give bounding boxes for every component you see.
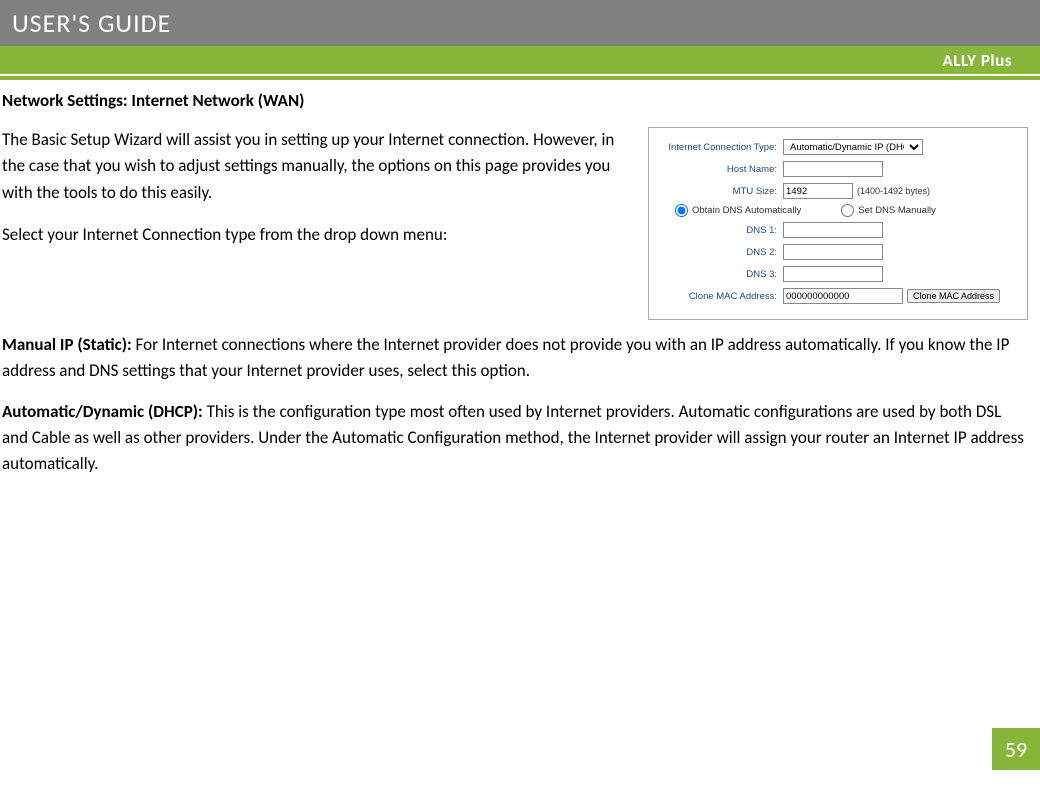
manual-ip-paragraph: Manual IP (Static): For Internet connect…	[2, 332, 1028, 385]
dns-manual-radio[interactable]	[841, 204, 854, 217]
intro-paragraph-1: The Basic Setup Wizard will assist you i…	[2, 127, 636, 206]
dns3-input[interactable]	[783, 266, 883, 282]
label-dns1: DNS 1:	[653, 225, 783, 236]
dns-manual-option[interactable]: Set DNS Manually	[841, 204, 936, 217]
mtu-input[interactable]	[783, 183, 853, 199]
auto-dhcp-paragraph: Automatic/Dynamic (DHCP): This is the co…	[2, 399, 1028, 478]
dns-auto-label: Obtain DNS Automatically	[692, 205, 801, 216]
host-name-input[interactable]	[783, 161, 883, 177]
conn-type-select[interactable]: Automatic/Dynamic IP (DHCP)	[783, 139, 923, 155]
manual-ip-text: For Internet connections where the Inter…	[2, 334, 1009, 381]
manual-ip-label: Manual IP (Static):	[2, 334, 132, 355]
mtu-note: (1400-1492 bytes)	[857, 186, 930, 196]
clone-mac-input[interactable]	[783, 288, 903, 304]
label-host-name: Host Name:	[653, 164, 783, 175]
row-mtu: MTU Size: (1400-1492 bytes)	[653, 182, 1017, 200]
row-host-name: Host Name:	[653, 160, 1017, 178]
label-dns2: DNS 2:	[653, 247, 783, 258]
row-clone-mac: Clone MAC Address: Clone MAC Address	[653, 287, 1017, 305]
label-dns3: DNS 3:	[653, 269, 783, 280]
page-number: 59	[992, 728, 1040, 770]
dns-manual-label: Set DNS Manually	[858, 205, 936, 216]
clone-mac-button[interactable]: Clone MAC Address	[907, 289, 1000, 303]
row-dns2: DNS 2:	[653, 243, 1017, 261]
dns2-input[interactable]	[783, 244, 883, 260]
dns-auto-radio[interactable]	[675, 204, 688, 217]
content-area: Network Settings: Internet Network (WAN)…	[0, 80, 1040, 478]
settings-panel: Internet Connection Type: Automatic/Dyna…	[648, 127, 1028, 320]
auto-dhcp-label: Automatic/Dynamic (DHCP):	[2, 401, 203, 422]
row-dns1: DNS 1:	[653, 221, 1017, 239]
label-conn-type: Internet Connection Type:	[653, 142, 783, 153]
dns-mode-row: Obtain DNS Automatically Set DNS Manuall…	[675, 204, 1017, 217]
section-title: Network Settings: Internet Network (WAN)	[2, 90, 1028, 111]
label-clone-mac: Clone MAC Address:	[653, 291, 783, 302]
label-mtu: MTU Size:	[653, 186, 783, 197]
intro-text-block: The Basic Setup Wizard will assist you i…	[2, 127, 636, 320]
intro-row: The Basic Setup Wizard will assist you i…	[2, 127, 1028, 320]
dns1-input[interactable]	[783, 222, 883, 238]
product-bar: ALLY Plus	[0, 46, 1040, 74]
row-dns3: DNS 3:	[653, 265, 1017, 283]
header-title: USER'S GUIDE	[12, 7, 171, 39]
intro-paragraph-2: Select your Internet Connection type fro…	[2, 222, 636, 248]
product-name: ALLY Plus	[943, 50, 1013, 71]
dns-auto-option[interactable]: Obtain DNS Automatically	[675, 204, 801, 217]
header-bar: USER'S GUIDE	[0, 0, 1040, 46]
row-conn-type: Internet Connection Type: Automatic/Dyna…	[653, 138, 1017, 156]
